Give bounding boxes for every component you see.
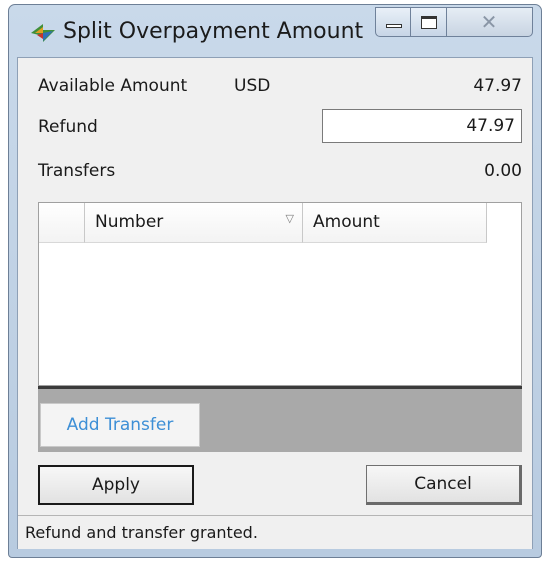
add-transfer-button[interactable]: Add Transfer [40,403,200,447]
status-bar: Refund and transfer granted. [18,515,532,549]
transfers-label: Transfers [38,161,116,181]
column-header-amount[interactable]: Amount [303,203,487,243]
column-header-amount-label: Amount [313,212,380,232]
title-bar[interactable]: Split Overpayment Amount ✕ [9,5,541,57]
column-header-number[interactable]: Number ▽ [85,203,303,243]
available-amount-value: 47.97 [473,76,522,96]
app-logo-icon [31,24,55,42]
maximize-icon [421,16,437,29]
close-button[interactable]: ✕ [447,7,533,37]
available-amount-label: Available Amount [38,76,188,96]
maximize-button[interactable] [411,7,447,37]
grid-toolbar: Add Transfer [38,386,522,452]
minimize-button[interactable] [375,7,411,37]
column-header-number-label: Number [95,212,164,232]
status-message: Refund and transfer granted. [25,523,258,542]
window-title: Split Overpayment Amount [63,19,364,44]
transfers-grid[interactable]: Number ▽ Amount [38,202,522,386]
minimize-icon [386,24,402,28]
refund-label: Refund [38,117,98,137]
transfers-value: 0.00 [484,161,522,181]
sort-down-icon: ▽ [285,212,294,225]
dialog-body: Available Amount USD 47.97 Refund Transf… [17,57,533,549]
cancel-button[interactable]: Cancel [366,465,522,505]
currency-label: USD [234,76,271,96]
dialog-window: Split Overpayment Amount ✕ Available Amo… [8,4,542,558]
row-selector-header[interactable] [39,203,85,243]
apply-button[interactable]: Apply [38,465,194,505]
refund-input[interactable] [322,109,522,143]
close-icon: ✕ [480,10,498,34]
